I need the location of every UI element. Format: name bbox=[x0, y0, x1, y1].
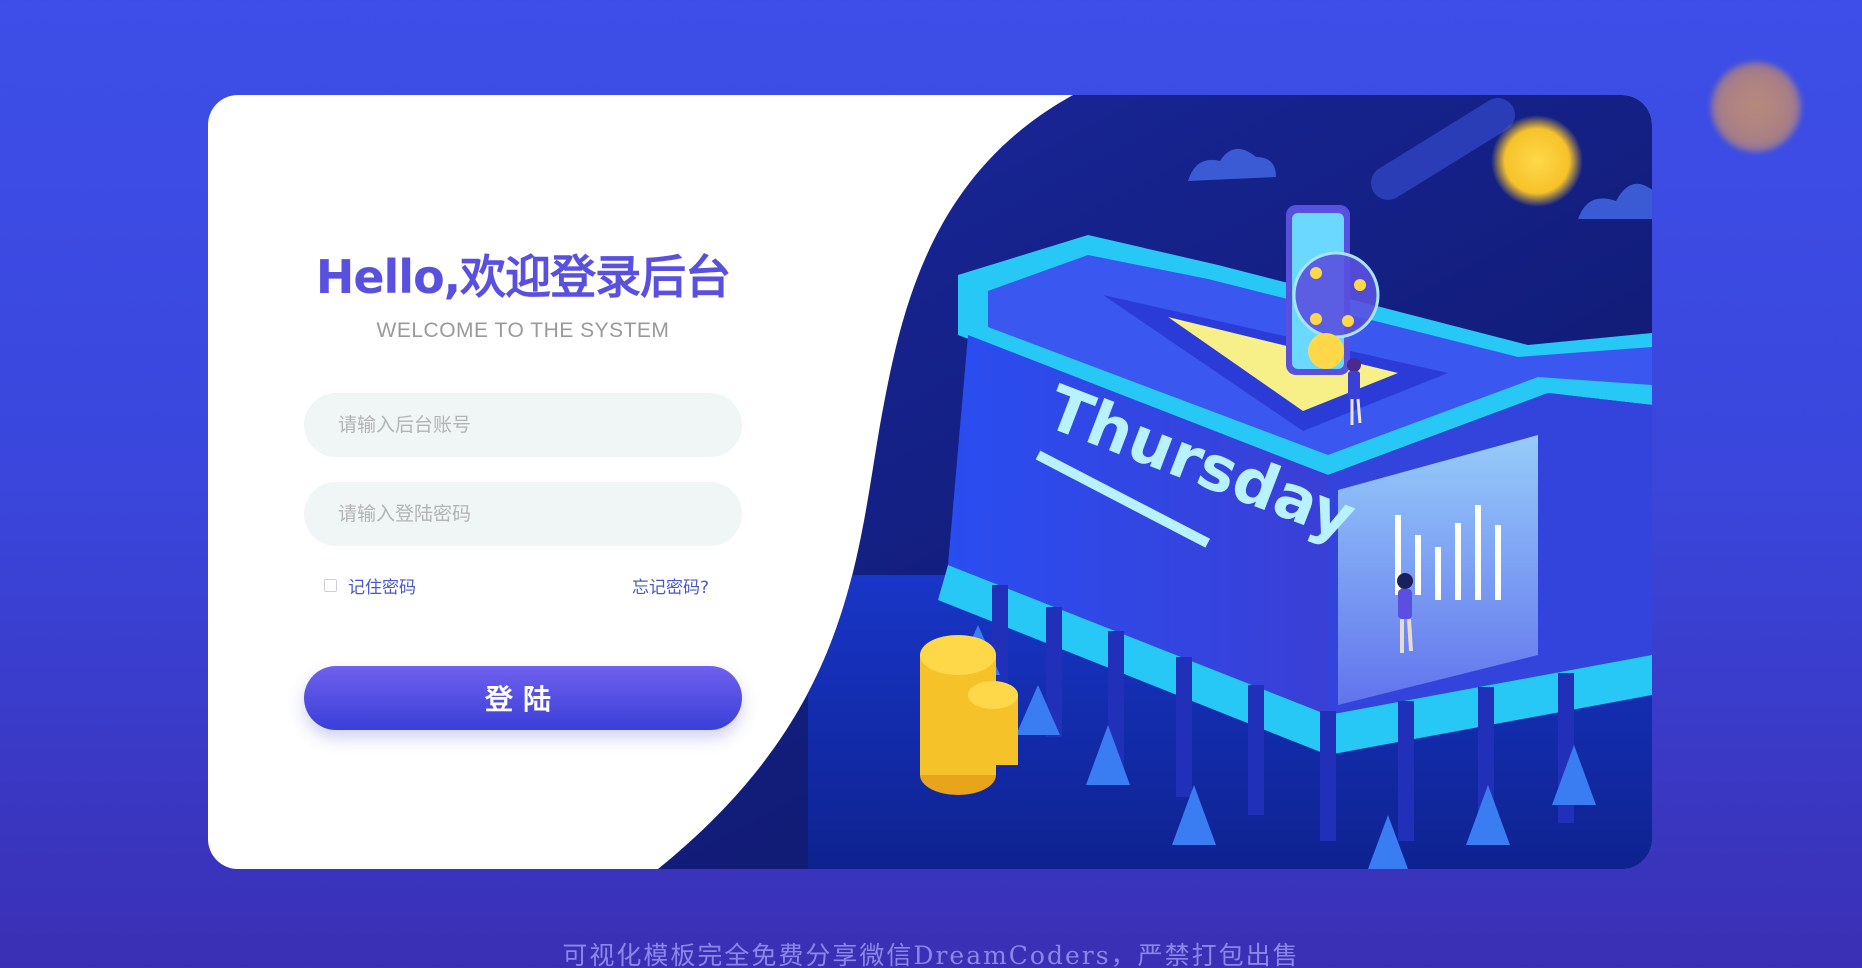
login-form: Hello,欢迎登录后台 WELCOME TO THE SYSTEM 记住密码 … bbox=[208, 95, 848, 869]
username-input[interactable] bbox=[304, 393, 742, 457]
remember-password[interactable]: 记住密码 bbox=[324, 573, 416, 598]
footer-notice: 可视化模板完全免费分享微信DreamCoders，严禁打包出售 bbox=[562, 941, 1300, 968]
page-title: Hello,欢迎登录后台 bbox=[315, 250, 731, 304]
login-card: Thursday Hello,欢迎登录后台 WELCOME TO THE SYS… bbox=[208, 95, 1652, 869]
login-button[interactable]: 登陆 bbox=[304, 666, 742, 730]
page-subtitle: WELCOME TO THE SYSTEM bbox=[376, 319, 670, 342]
remember-checkbox[interactable] bbox=[324, 579, 337, 592]
avatar[interactable] bbox=[1711, 62, 1801, 152]
remember-label: 记住密码 bbox=[348, 578, 416, 598]
password-input[interactable] bbox=[304, 482, 742, 546]
forgot-password-link[interactable]: 忘记密码? bbox=[632, 573, 709, 598]
